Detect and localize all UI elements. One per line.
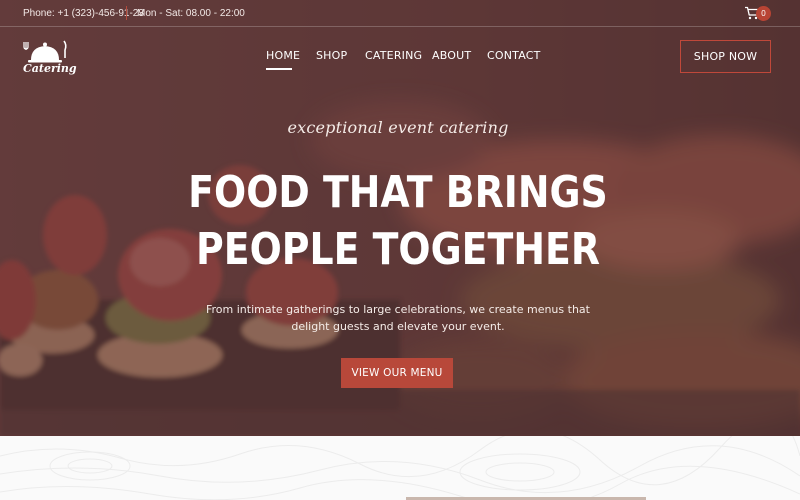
- shop-now-button[interactable]: SHOP NOW: [680, 40, 771, 73]
- topbar-divider: [126, 6, 127, 20]
- nav-item-about[interactable]: ABOUT: [432, 49, 471, 62]
- nav-item-contact[interactable]: CONTACT: [487, 49, 541, 62]
- hero-section: Phone: +1 (323)-456-91-23 Mon - Sat: 08.…: [0, 0, 800, 436]
- hero-tagline: exceptional event catering: [287, 118, 509, 137]
- hero-subtitle-line-2: delight guests and elevate your event.: [291, 320, 505, 333]
- hero-headline-line-1: FOOD THAT BRINGS: [188, 167, 608, 218]
- view-menu-button[interactable]: VIEW OUR MENU: [341, 358, 453, 388]
- topographic-pattern: [0, 436, 800, 500]
- cart-count-badge: 0: [756, 6, 771, 21]
- nav-item-shop[interactable]: SHOP: [316, 49, 347, 62]
- opening-hours: Mon - Sat: 08.00 - 22:00: [137, 8, 245, 19]
- next-section: [0, 436, 800, 500]
- nav-item-home[interactable]: HOME: [266, 49, 300, 62]
- active-nav-underline: [266, 68, 292, 70]
- hero-subtitle-line-1: From intimate gatherings to large celebr…: [206, 303, 590, 316]
- topbar: Phone: +1 (323)-456-91-23 Mon - Sat: 08.…: [0, 0, 800, 27]
- nav-item-catering[interactable]: CATERING: [365, 49, 422, 62]
- hero-headline-line-2: PEOPLE TOGETHER: [196, 224, 600, 275]
